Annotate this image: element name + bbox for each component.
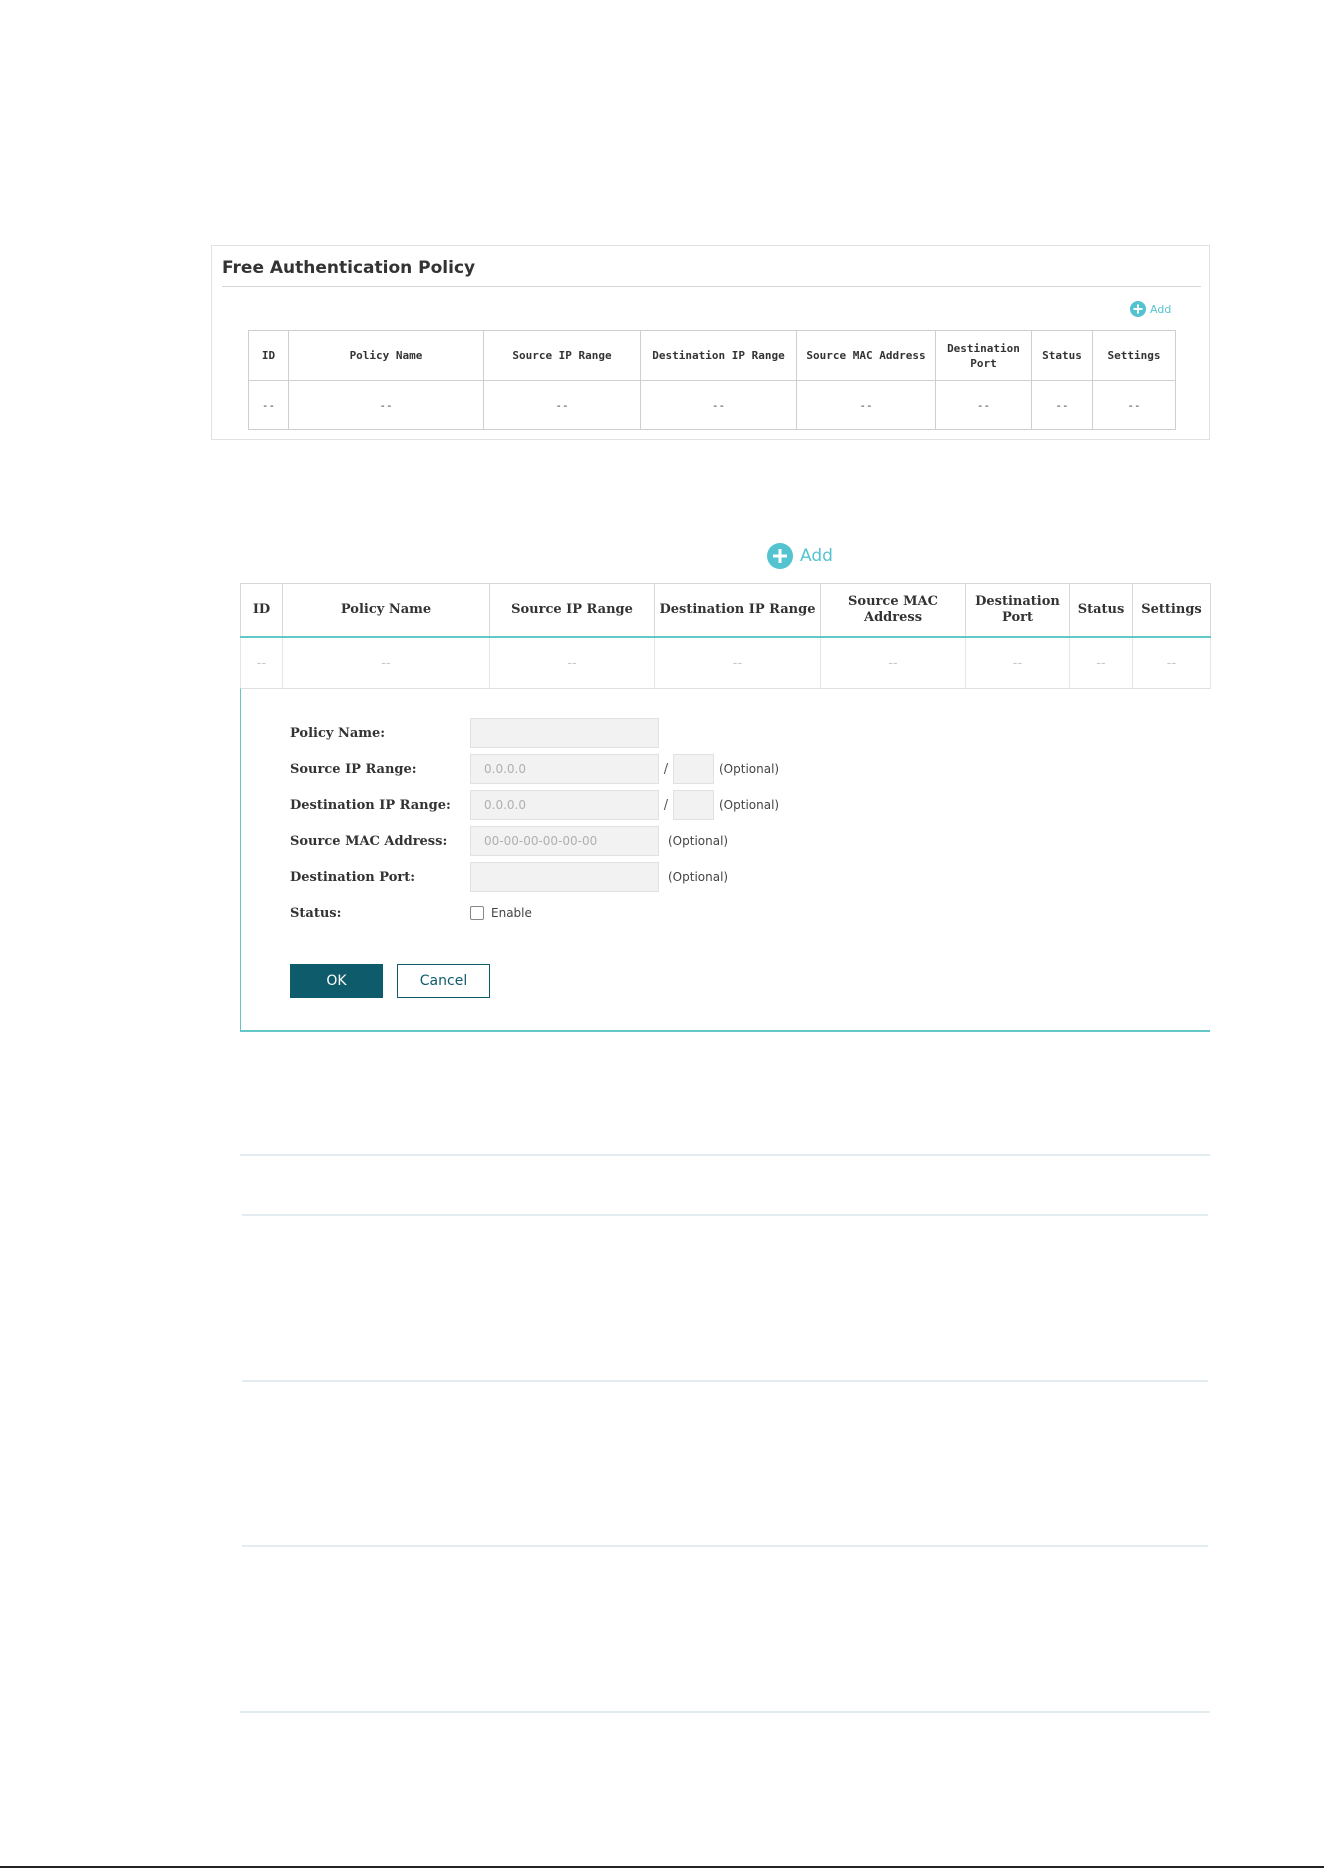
table-header-row: ID Policy Name Source IP Range Destinati… bbox=[248, 330, 1176, 381]
policy-form: Policy Name: Source IP Range: 0.0.0.0 / … bbox=[240, 688, 1210, 1032]
cell: -- bbox=[1132, 636, 1211, 689]
col-dest-port: Destination Port bbox=[965, 583, 1070, 637]
table-row: -- -- -- -- -- -- -- -- bbox=[240, 636, 1211, 689]
add-button-large[interactable]: Add bbox=[767, 543, 833, 569]
optional-hint: (Optional) bbox=[719, 762, 780, 776]
source-mac-label: Source MAC Address: bbox=[290, 833, 448, 849]
col-id: ID bbox=[240, 583, 283, 637]
cell: -- bbox=[935, 380, 1032, 430]
cell: -- bbox=[1092, 380, 1176, 430]
optional-hint: (Optional) bbox=[719, 798, 780, 812]
footer-rule bbox=[0, 1866, 1324, 1868]
add-label: Add bbox=[1150, 302, 1172, 316]
panel-title: Free Authentication Policy bbox=[222, 258, 476, 278]
cell: -- bbox=[248, 380, 289, 430]
cell: -- bbox=[640, 380, 797, 430]
cell: -- bbox=[820, 636, 966, 689]
col-source-ip: Source IP Range bbox=[489, 583, 655, 637]
status-label: Status: bbox=[290, 905, 342, 921]
divider bbox=[240, 1711, 1210, 1713]
col-settings: Settings bbox=[1132, 583, 1211, 637]
cell: -- bbox=[288, 380, 484, 430]
source-ip-label: Source IP Range: bbox=[290, 761, 417, 777]
cell: -- bbox=[489, 636, 655, 689]
col-source-ip: Source IP Range bbox=[483, 330, 641, 381]
table-header-row: ID Policy Name Source IP Range Destinati… bbox=[240, 583, 1211, 637]
optional-hint: (Optional) bbox=[668, 834, 729, 848]
enable-label[interactable]: Enable bbox=[491, 906, 532, 920]
col-settings: Settings bbox=[1092, 330, 1176, 381]
optional-hint: (Optional) bbox=[668, 870, 729, 884]
cell: -- bbox=[1069, 636, 1133, 689]
policy-name-label: Policy Name: bbox=[290, 725, 386, 741]
dest-ip-label: Destination IP Range: bbox=[290, 797, 451, 813]
enable-checkbox[interactable] bbox=[470, 906, 484, 920]
add-button[interactable]: Add bbox=[1130, 301, 1171, 317]
col-dest-ip: Destination IP Range bbox=[640, 330, 797, 381]
divider bbox=[242, 1545, 1208, 1547]
divider bbox=[240, 1154, 1210, 1156]
slash-separator: / bbox=[663, 797, 669, 813]
policy-name-input[interactable] bbox=[470, 718, 659, 748]
col-status: Status bbox=[1031, 330, 1093, 381]
free-auth-policy-panel: Free Authentication Policy Add ID Policy… bbox=[211, 245, 1210, 440]
policy-name-row: Policy Name: bbox=[290, 718, 659, 748]
cell: -- bbox=[1031, 380, 1093, 430]
col-policy-name: Policy Name bbox=[288, 330, 484, 381]
title-divider bbox=[222, 286, 1201, 287]
col-source-mac: Source MAC Address bbox=[820, 583, 966, 637]
source-ip-mask-input[interactable] bbox=[673, 754, 714, 784]
col-id: ID bbox=[248, 330, 289, 381]
plus-circle-icon bbox=[767, 543, 793, 569]
dest-port-row: Destination Port: (Optional) bbox=[290, 862, 728, 892]
cancel-button[interactable]: Cancel bbox=[397, 964, 490, 998]
col-dest-ip: Destination IP Range bbox=[654, 583, 821, 637]
cell: -- bbox=[654, 636, 821, 689]
source-mac-input[interactable]: 00-00-00-00-00-00 bbox=[470, 826, 659, 856]
dest-ip-row: Destination IP Range: 0.0.0.0 / (Optiona… bbox=[290, 790, 779, 820]
col-dest-port: Destination Port bbox=[935, 330, 1032, 381]
status-row: Status: Enable bbox=[290, 898, 532, 928]
col-policy-name: Policy Name bbox=[282, 583, 490, 637]
dest-port-input[interactable] bbox=[470, 862, 659, 892]
cell: -- bbox=[483, 380, 641, 430]
cell: -- bbox=[240, 636, 283, 689]
divider bbox=[242, 1214, 1208, 1216]
slash-separator: / bbox=[663, 761, 669, 777]
source-mac-row: Source MAC Address: 00-00-00-00-00-00 (O… bbox=[290, 826, 728, 856]
cell: -- bbox=[796, 380, 936, 430]
table-row: -- -- -- -- -- -- -- -- bbox=[248, 380, 1176, 430]
source-ip-input[interactable]: 0.0.0.0 bbox=[470, 754, 659, 784]
cell: -- bbox=[965, 636, 1070, 689]
col-source-mac: Source MAC Address bbox=[796, 330, 936, 381]
policy-table-expanded: ID Policy Name Source IP Range Destinati… bbox=[240, 583, 1211, 689]
col-status: Status bbox=[1069, 583, 1133, 637]
source-ip-row: Source IP Range: 0.0.0.0 / (Optional) bbox=[290, 754, 779, 784]
cell: -- bbox=[282, 636, 490, 689]
add-label: Add bbox=[800, 546, 833, 566]
dest-ip-input[interactable]: 0.0.0.0 bbox=[470, 790, 659, 820]
divider bbox=[242, 1380, 1208, 1382]
ok-button[interactable]: OK bbox=[290, 964, 383, 998]
plus-circle-icon bbox=[1130, 301, 1146, 317]
dest-ip-mask-input[interactable] bbox=[673, 790, 714, 820]
dest-port-label: Destination Port: bbox=[290, 869, 416, 885]
policy-table: ID Policy Name Source IP Range Destinati… bbox=[248, 330, 1176, 430]
